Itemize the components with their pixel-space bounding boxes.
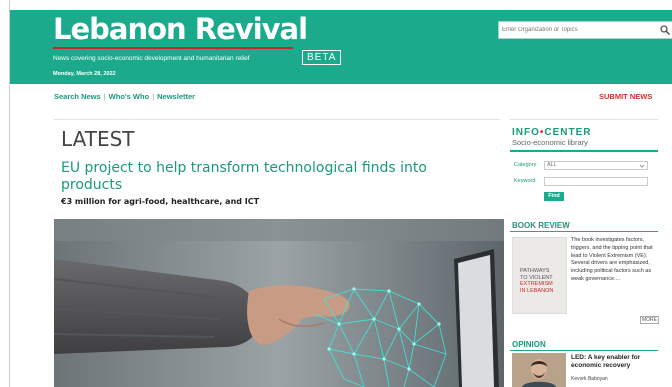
category-select[interactable]: ALL (544, 161, 648, 170)
book-cover[interactable]: PATHWAYS TO VIOLENT EXTREMISM IN LEBANON (512, 237, 567, 314)
nav-separator: | (152, 92, 155, 101)
info-center-title-a: INFO (512, 127, 540, 138)
opinion-rule (510, 350, 658, 351)
search-input[interactable] (502, 24, 652, 35)
category-label: Category (514, 162, 537, 168)
sidebar-divider (510, 119, 658, 120)
keyword-input[interactable] (544, 177, 648, 186)
nav-separator: | (103, 92, 106, 101)
info-center-subtitle: Socio-economic library (512, 138, 588, 147)
opinion-author: Kevork Baboyan (571, 376, 608, 382)
more-button[interactable]: MORE (640, 316, 659, 324)
main-divider (54, 119, 500, 120)
current-date: Monday, March 28, 2022 (53, 71, 116, 77)
book-review-title[interactable]: BOOK REVIEW (512, 221, 570, 230)
chevron-down-icon (639, 164, 645, 168)
book-review-rule (510, 231, 658, 232)
article-subhead: €3 million for agri-food, healthcare, an… (61, 197, 260, 206)
book-review-text: The book investigates factors, triggers,… (571, 237, 653, 282)
nav-search-news[interactable]: Search News (54, 92, 101, 101)
book-cover-title: PATHWAYS TO VIOLENT EXTREMISM IN LEBANON (520, 268, 554, 294)
search-box (498, 21, 672, 39)
article-image[interactable] (54, 219, 504, 387)
main-nav: Search News | Who's Who | Newsletter (54, 92, 195, 101)
section-title: LATEST (61, 127, 135, 151)
opinion-author-photo[interactable] (512, 353, 566, 387)
category-select-value: ALL (547, 162, 557, 168)
site-tagline: News covering socio-economic development… (53, 55, 250, 62)
opinion-headline[interactable]: LED: A key enabler for economic recovery (571, 354, 661, 370)
opinion-title[interactable]: OPINION (512, 340, 546, 349)
info-center-title: INFO•CENTER (512, 127, 592, 138)
find-button[interactable]: Find (544, 192, 564, 201)
nav-whos-who[interactable]: Who's Who (109, 92, 150, 101)
site-logo[interactable]: Lebanon Revival (53, 12, 308, 46)
info-center-rule (510, 150, 658, 152)
article-headline[interactable]: EU project to help transform technologic… (61, 160, 491, 194)
submit-news-link[interactable]: SUBMIT NEWS (599, 92, 652, 101)
search-icon[interactable] (659, 24, 671, 36)
nav-newsletter[interactable]: Newsletter (157, 92, 195, 101)
info-center-title-b: CENTER (544, 127, 592, 138)
site-header: Lebanon Revival BETA News covering socio… (10, 10, 672, 84)
logo-underline (53, 47, 293, 49)
keyword-label: Keyword (514, 178, 536, 184)
beta-badge: BETA (302, 50, 342, 65)
